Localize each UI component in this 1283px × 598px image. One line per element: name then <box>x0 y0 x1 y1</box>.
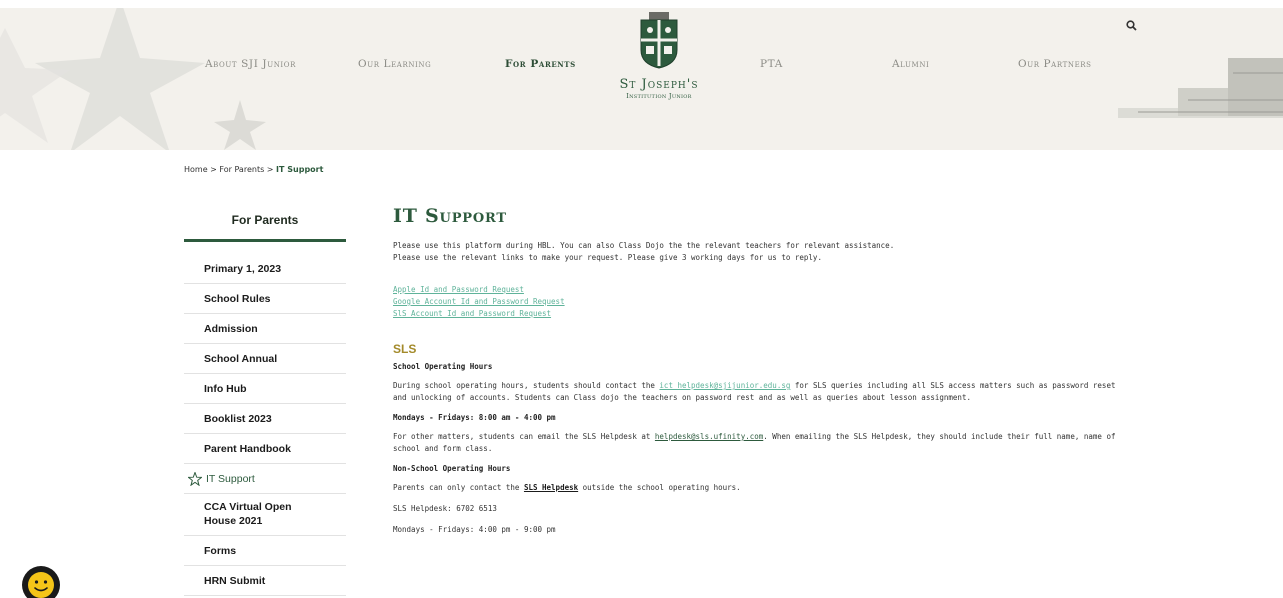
text-fragment: and unlocking of accounts. Students can … <box>393 393 971 402</box>
main-content: IT Support Please use this platform duri… <box>393 205 1153 536</box>
text-fragment: . When emailing the SLS Helpdesk, they s… <box>763 432 1116 441</box>
apple-id-request-link[interactable]: Apple Id and Password Request <box>393 284 1153 296</box>
breadcrumb-for-parents[interactable]: For Parents <box>219 165 264 174</box>
smiley-icon <box>28 572 54 598</box>
text-fragment: school and form class. <box>393 444 493 453</box>
sidebar: For Parents Primary 1, 2023 School Rules… <box>184 213 346 596</box>
chat-widget-button[interactable] <box>22 566 60 598</box>
sidebar-item-info-hub[interactable]: Info Hub <box>184 374 346 404</box>
helpdesk-phone: SLS Helpdesk: 6702 6513 <box>393 504 497 513</box>
nav-about[interactable]: About SJI Junior <box>205 58 296 70</box>
ict-helpdesk-email-link[interactable]: ict_helpdesk@sjijunior.edu.sg <box>659 381 790 390</box>
nav-alumni[interactable]: Alumni <box>892 58 929 70</box>
sls-section-title: SLS <box>393 342 417 356</box>
evening-hours: Mondays - Fridays: 4:00 pm - 9:00 pm <box>393 525 556 534</box>
sidebar-item-school-annual[interactable]: School Annual <box>184 344 346 374</box>
text-fragment: Parents can only contact the <box>393 483 524 492</box>
sidebar-item-hrn-submit[interactable]: HRN Submit <box>184 566 346 596</box>
breadcrumb-separator: > <box>266 165 274 174</box>
weekday-hours: Mondays - Fridays: 8:00 am - 4:00 pm <box>393 413 556 422</box>
sls-account-request-link[interactable]: SlS Account Id and Password Request <box>393 308 1153 320</box>
star-icon <box>188 471 202 486</box>
other-matters-text: For other matters, students can email th… <box>393 431 1153 455</box>
sidebar-title: For Parents <box>184 213 346 242</box>
school-hours-heading: School Operating Hours <box>393 362 493 371</box>
sidebar-item-parent-handbook[interactable]: Parent Handbook <box>184 434 346 464</box>
breadcrumb: Home > For Parents > IT Support <box>184 165 323 174</box>
sidebar-item-booklist[interactable]: Booklist 2023 <box>184 404 346 434</box>
sidebar-item-cca-open-house[interactable]: CCA Virtual Open House 2021 <box>184 494 346 536</box>
site-header: About SJI Junior Our Learning For Parent… <box>0 8 1283 150</box>
intro-text: Please use this platform during HBL. You… <box>393 241 895 250</box>
sidebar-item-school-rules[interactable]: School Rules <box>184 284 346 314</box>
school-hours-text: During school operating hours, students … <box>393 380 1153 404</box>
breadcrumb-home[interactable]: Home <box>184 165 208 174</box>
school-subname: Institution Junior <box>626 92 692 100</box>
sidebar-item-forms[interactable]: Forms <box>184 536 346 566</box>
nav-for-parents[interactable]: For Parents <box>505 58 576 70</box>
text-fragment: for SLS queries including all SLS access… <box>790 381 1116 390</box>
sidebar-item-label: IT Support <box>206 472 255 485</box>
school-name: St Joseph's <box>619 77 699 92</box>
text-fragment: outside the school operating hours. <box>578 483 741 492</box>
sidebar-item-it-support[interactable]: IT Support <box>184 464 346 494</box>
building-image-icon <box>1118 58 1283 118</box>
star-decoration-icon <box>0 8 266 150</box>
intro-text: Please use the relevant links to make yo… <box>393 253 822 262</box>
nav-our-learning[interactable]: Our Learning <box>358 58 431 70</box>
request-links: Apple Id and Password Request Google Acc… <box>393 284 1153 320</box>
non-school-hours-heading: Non-School Operating Hours <box>393 464 511 473</box>
sls-helpdesk-link[interactable]: SLS Helpdesk <box>524 483 578 492</box>
nav-pta[interactable]: PTA <box>760 58 783 70</box>
sls-helpdesk-email-link[interactable]: helpdesk@sls.ufinity.com <box>655 432 763 441</box>
breadcrumb-separator: > <box>210 165 217 174</box>
sidebar-item-primary-1[interactable]: Primary 1, 2023 <box>184 254 346 284</box>
search-icon[interactable] <box>1126 20 1137 31</box>
school-logo[interactable]: St Joseph's Institution Junior <box>614 12 704 100</box>
text-fragment: During school operating hours, students … <box>393 381 660 390</box>
breadcrumb-current: IT Support <box>276 165 324 174</box>
text-fragment: For other matters, students can email th… <box>393 432 655 441</box>
page-title: IT Support <box>393 205 507 227</box>
sidebar-item-admission[interactable]: Admission <box>184 314 346 344</box>
school-crest-icon <box>640 12 678 69</box>
google-account-request-link[interactable]: Google Account Id and Password Request <box>393 296 1153 308</box>
nav-our-partners[interactable]: Our Partners <box>1018 58 1092 70</box>
parents-contact-text: Parents can only contact the SLS Helpdes… <box>393 482 1153 494</box>
